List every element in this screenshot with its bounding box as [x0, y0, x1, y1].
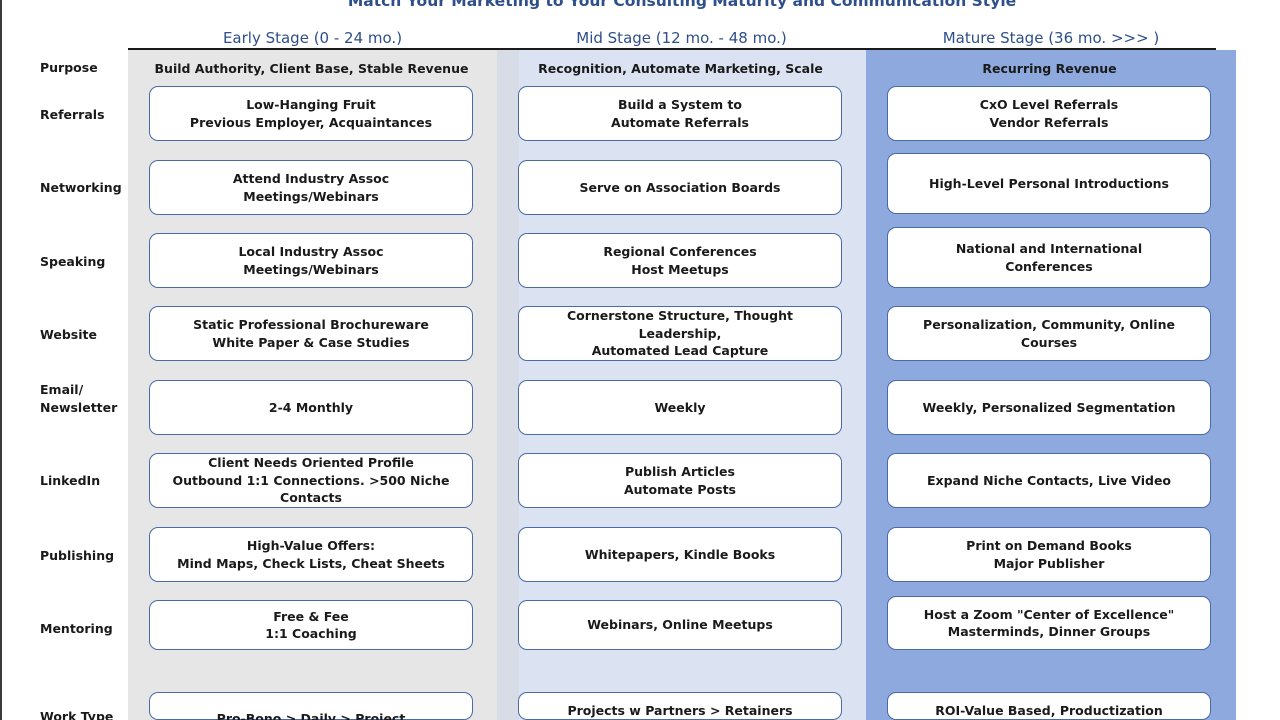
mature-stage-header: Mature Stage (36 mo. >>> ) — [942, 29, 1160, 47]
row-label-email-newsletter: Email/ Newsletter — [40, 382, 118, 415]
speaking-early-cell: Local Industry Assoc Meetings/Webinars — [149, 233, 473, 288]
row-label-work-type: Work Type — [40, 709, 114, 720]
website-mid-cell: Cornerstone Structure, Thought Leadershi… — [518, 306, 842, 361]
work-type-mid-cell: Projects w Partners > Retainers — [518, 692, 842, 720]
marketing-maturity-diagram: Match Your Marketing to Your Consulting … — [0, 0, 1280, 720]
row-label-speaking: Speaking — [40, 254, 106, 269]
speaking-mature-cell: National and International Conferences — [887, 227, 1211, 288]
mentoring-mid-cell: Webinars, Online Meetups — [518, 600, 842, 650]
website-early-cell: Static Professional Brochureware White P… — [149, 306, 473, 361]
row-label-purpose: Purpose — [40, 60, 98, 75]
mid-stage-column-edge — [497, 50, 519, 720]
networking-early-cell: Attend Industry Assoc Meetings/Webinars — [149, 160, 473, 215]
row-label-publishing: Publishing — [40, 548, 115, 563]
early-purpose: Build Authority, Client Base, Stable Rev… — [154, 61, 469, 76]
work-type-mature-cell: ROI-Value Based, Productization — [887, 692, 1211, 720]
referrals-mid-cell: Build a System to Automate Referrals — [518, 86, 842, 141]
email-mid-cell: Weekly — [518, 380, 842, 435]
linkedin-mid-cell: Publish Articles Automate Posts — [518, 453, 842, 508]
row-label-networking: Networking — [40, 180, 122, 195]
left-border — [0, 0, 2, 720]
networking-mid-cell: Serve on Association Boards — [518, 160, 842, 215]
header-divider — [128, 48, 1216, 50]
mid-stage-header: Mid Stage (12 mo. - 48 mo.) — [576, 29, 787, 47]
referrals-mature-cell: CxO Level Referrals Vendor Referrals — [887, 86, 1211, 141]
mature-purpose: Recurring Revenue — [982, 61, 1117, 76]
email-mature-cell: Weekly, Personalized Segmentation — [887, 380, 1211, 435]
website-mature-cell: Personalization, Community, Online Cours… — [887, 306, 1211, 361]
row-label-website: Website — [40, 327, 97, 342]
linkedin-early-cell: Client Needs Oriented Profile Outbound 1… — [149, 453, 473, 508]
row-label-linkedin: LinkedIn — [40, 473, 101, 488]
email-early-cell: 2-4 Monthly — [149, 380, 473, 435]
mentoring-mature-cell: Host a Zoom "Center of Excellence" Maste… — [887, 596, 1211, 650]
referrals-early-cell: Low-Hanging Fruit Previous Employer, Acq… — [149, 86, 473, 141]
diagram-title: Match Your Marketing to Your Consulting … — [347, 0, 1017, 10]
mid-purpose: Recognition, Automate Marketing, Scale — [538, 61, 823, 76]
publishing-mature-cell: Print on Demand Books Major Publisher — [887, 527, 1211, 582]
speaking-mid-cell: Regional Conferences Host Meetups — [518, 233, 842, 288]
networking-mature-cell: High-Level Personal Introductions — [887, 153, 1211, 214]
publishing-early-cell: High-Value Offers: Mind Maps, Check List… — [149, 527, 473, 582]
row-label-referrals: Referrals — [40, 107, 105, 122]
publishing-mid-cell: Whitepapers, Kindle Books — [518, 527, 842, 582]
work-type-early-cell: Pro-Bono > Daily > Project — [149, 692, 473, 720]
mentoring-early-cell: Free & Fee 1:1 Coaching — [149, 600, 473, 650]
early-stage-header: Early Stage (0 - 24 mo.) — [222, 29, 403, 47]
linkedin-mature-cell: Expand Niche Contacts, Live Video — [887, 453, 1211, 508]
row-label-mentoring: Mentoring — [40, 621, 113, 636]
